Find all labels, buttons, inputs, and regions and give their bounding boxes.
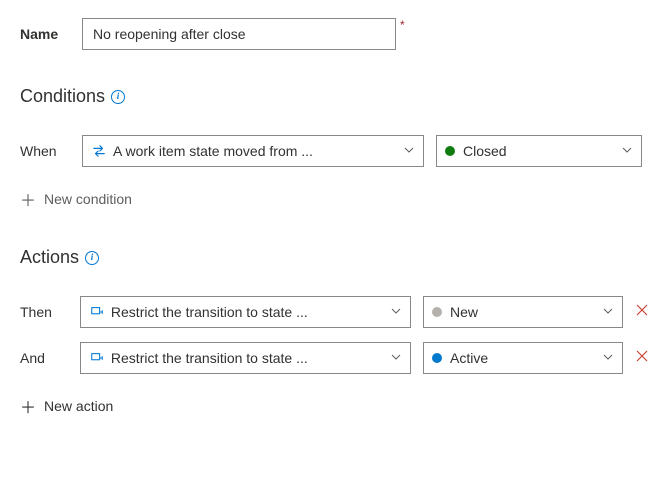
chevron-down-icon bbox=[621, 144, 633, 159]
delete-action-button[interactable] bbox=[633, 303, 652, 322]
action-value-text: New bbox=[450, 304, 602, 320]
new-condition-button[interactable]: ＋ New condition bbox=[20, 187, 652, 211]
state-dot-icon bbox=[432, 307, 442, 317]
actions-title: Actions bbox=[20, 247, 79, 268]
conditions-title: Conditions bbox=[20, 86, 105, 107]
chevron-down-icon bbox=[602, 305, 614, 320]
state-dot-icon bbox=[445, 146, 455, 156]
new-action-button[interactable]: ＋ New action bbox=[20, 394, 652, 418]
delete-action-button[interactable] bbox=[633, 349, 652, 368]
action-value-dropdown[interactable]: Active bbox=[423, 342, 623, 374]
transition-icon bbox=[91, 143, 107, 159]
restrict-icon bbox=[89, 350, 105, 366]
action-type-dropdown[interactable]: Restrict the transition to state ... bbox=[80, 296, 411, 328]
new-action-label: New action bbox=[44, 398, 113, 414]
condition-value-text: Closed bbox=[463, 143, 621, 159]
chevron-down-icon bbox=[403, 144, 415, 159]
condition-row: When A work item state moved from ... Cl… bbox=[20, 135, 652, 167]
action-prefix: And bbox=[20, 350, 80, 366]
chevron-down-icon bbox=[602, 351, 614, 366]
info-icon[interactable]: i bbox=[85, 251, 99, 265]
plus-icon: ＋ bbox=[20, 394, 36, 418]
condition-type-text: A work item state moved from ... bbox=[113, 143, 403, 159]
state-dot-icon bbox=[432, 353, 442, 363]
name-label: Name bbox=[20, 26, 82, 42]
actions-header: Actions i bbox=[20, 247, 652, 268]
chevron-down-icon bbox=[390, 351, 402, 366]
close-icon bbox=[635, 303, 649, 322]
condition-prefix: When bbox=[20, 143, 82, 159]
restrict-icon bbox=[89, 304, 105, 320]
condition-value-dropdown[interactable]: Closed bbox=[436, 135, 642, 167]
conditions-header: Conditions i bbox=[20, 86, 652, 107]
required-indicator: * bbox=[400, 18, 405, 32]
info-icon[interactable]: i bbox=[111, 90, 125, 104]
name-input[interactable] bbox=[82, 18, 396, 50]
action-prefix: Then bbox=[20, 304, 80, 320]
plus-icon: ＋ bbox=[20, 187, 36, 211]
action-type-text: Restrict the transition to state ... bbox=[111, 350, 390, 366]
new-condition-label: New condition bbox=[44, 191, 132, 207]
chevron-down-icon bbox=[390, 305, 402, 320]
action-type-text: Restrict the transition to state ... bbox=[111, 304, 390, 320]
action-value-dropdown[interactable]: New bbox=[423, 296, 623, 328]
action-type-dropdown[interactable]: Restrict the transition to state ... bbox=[80, 342, 411, 374]
condition-type-dropdown[interactable]: A work item state moved from ... bbox=[82, 135, 424, 167]
action-value-text: Active bbox=[450, 350, 602, 366]
action-row: Then Restrict the transition to state ..… bbox=[20, 296, 652, 328]
close-icon bbox=[635, 349, 649, 368]
action-row: And Restrict the transition to state ...… bbox=[20, 342, 652, 374]
